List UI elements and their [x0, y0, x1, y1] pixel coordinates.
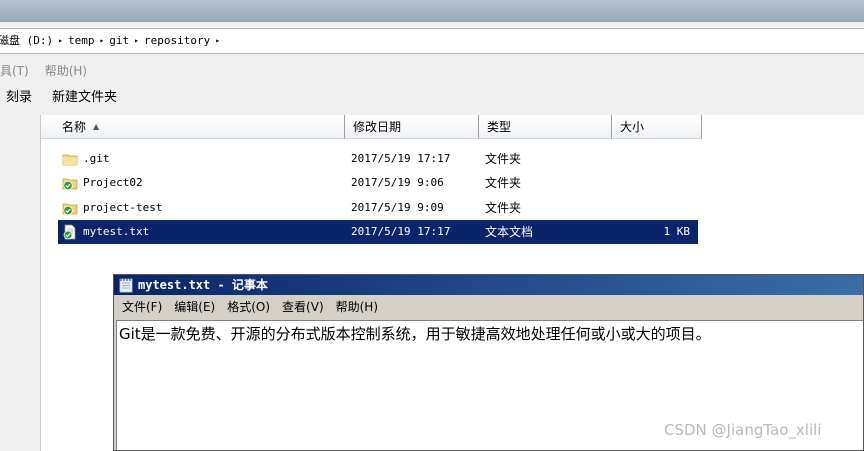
- column-date-label: 修改日期: [353, 120, 402, 134]
- chevron-right-icon[interactable]: ▸: [99, 29, 104, 53]
- burn-button[interactable]: 刻录: [6, 90, 32, 105]
- column-name-label: 名称: [62, 120, 87, 134]
- breadcrumb-temp[interactable]: temp: [68, 29, 95, 53]
- file-date: 2017/5/19 17:17: [351, 225, 451, 238]
- notepad-content: Git是一款免费、开源的分布式版本控制系统，用于敏捷高效地处理任何或小或大的项目…: [119, 325, 711, 343]
- notepad-menu-bar: 文件(F) 编辑(E) 格式(O) 查看(V) 帮助(H): [114, 297, 863, 317]
- menu-help[interactable]: 帮助(H): [45, 64, 87, 78]
- file-row-project02[interactable]: Project02 2017/5/19 9:06 文件夹: [58, 171, 698, 195]
- column-header-name[interactable]: 名称 ▲: [41, 115, 345, 139]
- explorer-toolbar: 刻录 新建文件夹: [0, 84, 137, 112]
- menu-file[interactable]: 文件(F): [122, 297, 162, 317]
- file-date: 2017/5/19 9:09: [351, 201, 444, 214]
- notepad-title-bar[interactable]: mytest.txt - 记事本: [114, 275, 863, 295]
- menu-help[interactable]: 帮助(H): [336, 297, 378, 317]
- git-text-file-icon: [63, 224, 76, 240]
- chevron-right-icon[interactable]: ▸: [134, 29, 139, 53]
- notepad-title: mytest.txt - 记事本: [138, 278, 268, 292]
- menu-tools[interactable]: 具(T): [0, 64, 29, 78]
- file-date: 2017/5/19 9:06: [351, 176, 444, 189]
- menu-view[interactable]: 查看(V): [282, 297, 324, 317]
- watermark: CSDN @JiangTao_xlili: [664, 421, 822, 439]
- column-size-label: 大小: [620, 120, 645, 134]
- column-header-date[interactable]: 修改日期: [345, 115, 479, 139]
- chevron-right-icon[interactable]: ▸: [58, 29, 63, 53]
- file-name: project-test: [83, 201, 163, 214]
- git-folder-icon: [62, 203, 78, 216]
- file-row-git[interactable]: .git 2017/5/19 17:17 文件夹: [58, 147, 698, 171]
- git-folder-icon: [62, 178, 78, 191]
- address-bar[interactable]: 磁盘 (D:) ▸ temp ▸ git ▸ repository ▸: [0, 28, 864, 54]
- column-header-size[interactable]: 大小: [612, 115, 702, 139]
- menu-edit[interactable]: 编辑(E): [174, 297, 215, 317]
- new-folder-button[interactable]: 新建文件夹: [52, 90, 117, 105]
- menu-format[interactable]: 格式(O): [227, 297, 270, 317]
- file-name: Project02: [83, 176, 143, 189]
- sort-ascending-icon: ▲: [93, 122, 100, 131]
- file-type: 文件夹: [485, 176, 522, 190]
- breadcrumb-repository[interactable]: repository: [144, 29, 210, 53]
- file-name: .git: [83, 152, 110, 165]
- explorer-menu-bar: 具(T) 帮助(H): [0, 60, 300, 82]
- file-date: 2017/5/19 17:17: [351, 152, 451, 165]
- file-name: mytest.txt: [83, 225, 150, 238]
- chevron-right-icon[interactable]: ▸: [215, 29, 220, 53]
- file-row-mytest-txt[interactable]: mytest.txt 2017/5/19 17:17 文本文档 1 KB: [58, 220, 698, 244]
- folder-icon: [62, 154, 78, 166]
- explorer-title-bar: [0, 0, 864, 22]
- file-row-project-test[interactable]: project-test 2017/5/19 9:09 文件夹: [58, 196, 698, 220]
- column-header-type[interactable]: 类型: [479, 115, 612, 139]
- file-size: 1 KB: [663, 225, 691, 238]
- breadcrumb-drive[interactable]: 磁盘 (D:): [0, 29, 53, 53]
- file-type: 文件夹: [485, 152, 522, 166]
- file-type: 文本文档: [485, 225, 534, 239]
- file-type: 文件夹: [485, 201, 522, 215]
- column-type-label: 类型: [487, 120, 512, 134]
- notepad-icon: [119, 278, 133, 293]
- breadcrumb-git[interactable]: git: [109, 29, 129, 53]
